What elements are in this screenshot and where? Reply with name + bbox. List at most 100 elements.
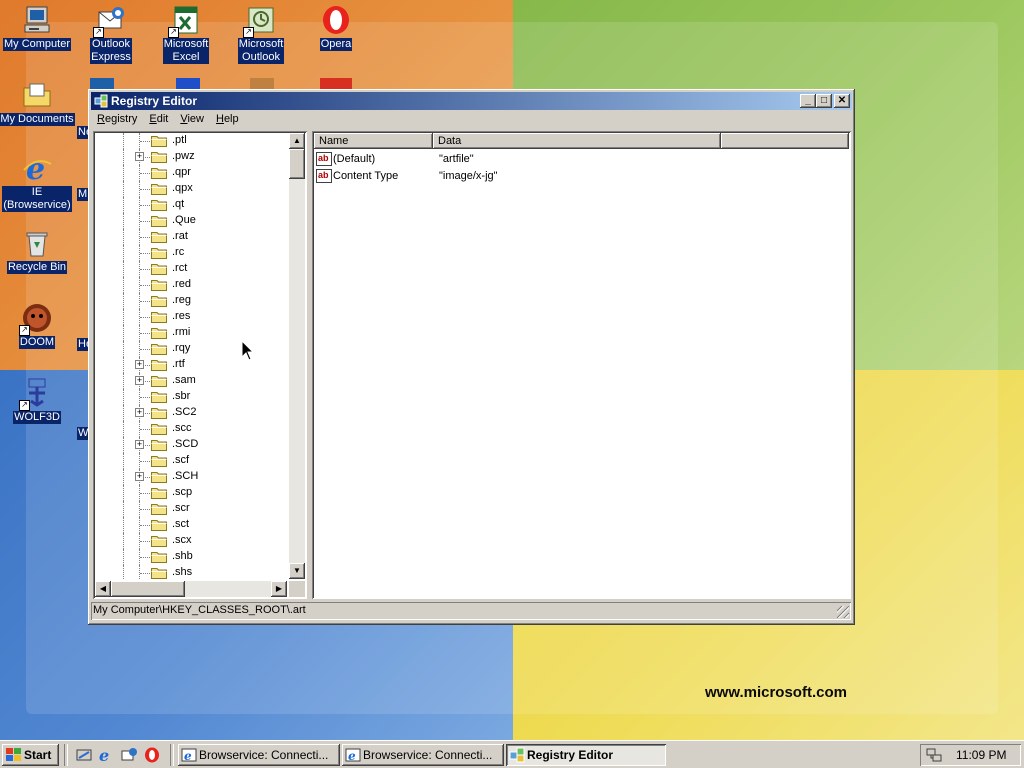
svg-text:e: e [99,747,109,763]
minimize-button[interactable]: _ [800,94,816,108]
tree-item[interactable]: + .sam [95,373,289,389]
taskbar-separator [64,744,68,766]
desktop-icon-ie-browservice[interactable]: e IE (Browservice) [0,152,75,212]
tree-connector [140,461,150,462]
tree-connector [123,469,124,485]
tree-item[interactable]: .scp [95,485,289,501]
tree-item[interactable]: .rc [95,245,289,261]
tree-item[interactable]: + .SC2 [95,405,289,421]
expand-plus-icon[interactable]: + [135,152,144,161]
folder-icon [151,263,167,275]
registry-key-tree[interactable]: .ptl + .pwz .qpr .qpx .qt .Que .rat .rc .rct .red.… [93,131,307,599]
folder-icon [151,135,167,147]
tree-item[interactable]: .scx [95,533,289,549]
tree-connector [140,221,150,222]
tree-connector [140,541,150,542]
expand-plus-icon[interactable]: + [135,440,144,449]
hscroll-thumb[interactable] [111,581,185,597]
tree-connector [123,197,124,213]
desktop-icon-opera[interactable]: Opera [298,4,374,51]
tree-item[interactable]: .shs [95,565,289,579]
desktop-icon-microsoft-excel[interactable]: ↗ Microsoft Excel [148,4,224,64]
menu-help[interactable]: Help [210,111,245,125]
opera-icon[interactable] [144,747,160,763]
scroll-up-button[interactable]: ▲ [289,133,305,149]
tree-item[interactable]: .scr [95,501,289,517]
desktop-icon-outlook-express[interactable]: ↗ Outlook Express [73,4,149,64]
maximize-button[interactable]: □ [816,94,832,108]
tree-connector [123,437,124,453]
tree-item[interactable]: .ptl [95,133,289,149]
scroll-right-button[interactable]: ▶ [271,581,287,597]
task-button-browservice-2[interactable]: e Browservice: Connecti... [342,744,504,766]
tree-item[interactable]: .scf [95,453,289,469]
scroll-thumb[interactable] [289,149,305,179]
tree-item[interactable]: .rct [95,261,289,277]
tree-vertical-scrollbar[interactable]: ▲ ▼ [289,133,305,579]
tree-item[interactable]: .rmi [95,325,289,341]
close-button[interactable]: ✕ [834,94,850,108]
tree-item[interactable]: .sbr [95,389,289,405]
desktop-icon-wolf3d[interactable]: ↗ WOLF3D [0,377,75,424]
my-computer-icon [21,4,53,36]
task-button-browservice-1[interactable]: e Browservice: Connecti... [178,744,340,766]
tree-item-label: .rc [172,246,185,258]
tree-item[interactable]: .red [95,277,289,293]
column-header-blank[interactable] [721,133,849,149]
tree-item[interactable]: + .rtf [95,357,289,373]
tree-item[interactable]: + .SCD [95,437,289,453]
expand-plus-icon[interactable]: + [135,376,144,385]
menu-view[interactable]: View [174,111,210,125]
tree-horizontal-scrollbar[interactable]: ◀ ▶ [95,581,287,597]
desktop-icon-my-computer[interactable]: My Computer [0,4,75,51]
desktop-icon-doom[interactable]: ↗ DOOM [0,302,75,349]
tree-item[interactable]: + .SCH [95,469,289,485]
tree-item[interactable]: .qt [95,197,289,213]
network-tray-icon[interactable] [926,747,942,763]
menu-registry[interactable]: Registry [91,111,143,125]
tree-item[interactable]: .scc [95,421,289,437]
resize-grip[interactable] [837,606,849,618]
list-item[interactable]: ab Content Type "image/x-jg" [314,168,844,184]
title-bar[interactable]: Registry Editor _ □ ✕ [91,92,852,110]
tree-item[interactable]: .qpx [95,181,289,197]
tree-item[interactable]: .shb [95,549,289,565]
tree-connector [123,245,124,261]
desktop-icon-recycle-bin[interactable]: Recycle Bin [0,227,75,274]
task-button-registry-editor[interactable]: Registry Editor [506,744,666,766]
desktop-icon-my-documents[interactable]: My Documents [0,79,75,126]
tree-item[interactable]: .res [95,309,289,325]
tree-connector [123,549,124,565]
tree-item-label: .rmi [172,326,191,338]
scroll-left-button[interactable]: ◀ [95,581,111,597]
desktop-icon-microsoft-outlook[interactable]: ↗ Microsoft Outlook [223,4,299,64]
value-data: "artfile" [439,153,474,165]
scroll-down-button[interactable]: ▼ [289,563,305,579]
list-item[interactable]: ab (Default) "artfile" [314,151,844,167]
tree-item[interactable]: .Que [95,213,289,229]
expand-plus-icon[interactable]: + [135,360,144,369]
tree-item[interactable]: .rat [95,229,289,245]
start-button[interactable]: Start [2,744,59,766]
registry-values-list[interactable]: Name Data ab (Default) "artfile" ab Cont… [312,131,851,599]
outlook-express-icon[interactable] [121,747,137,763]
tree-item[interactable]: .sct [95,517,289,533]
outlook-icon: ↗ [243,4,277,38]
internet-explorer-icon[interactable]: e [98,746,114,765]
tree-connector [140,557,150,558]
tree-connector [140,317,150,318]
tree-item[interactable]: .reg [95,293,289,309]
menu-edit[interactable]: Edit [143,111,174,125]
tree-item[interactable]: .qpr [95,165,289,181]
tree-item[interactable]: .rqy [95,341,289,357]
column-header-data[interactable]: Data [433,133,721,149]
expand-plus-icon[interactable]: + [135,408,144,417]
folder-icon [151,151,167,163]
expand-plus-icon[interactable]: + [135,472,144,481]
svg-text:e: e [348,749,356,763]
clock[interactable]: 11:09 PM [956,748,1006,762]
column-header-name[interactable]: Name [314,133,433,149]
tree-item[interactable]: + .pwz [95,149,289,165]
show-desktop-icon[interactable] [76,747,92,763]
hidden-icon-label: M [77,188,89,201]
